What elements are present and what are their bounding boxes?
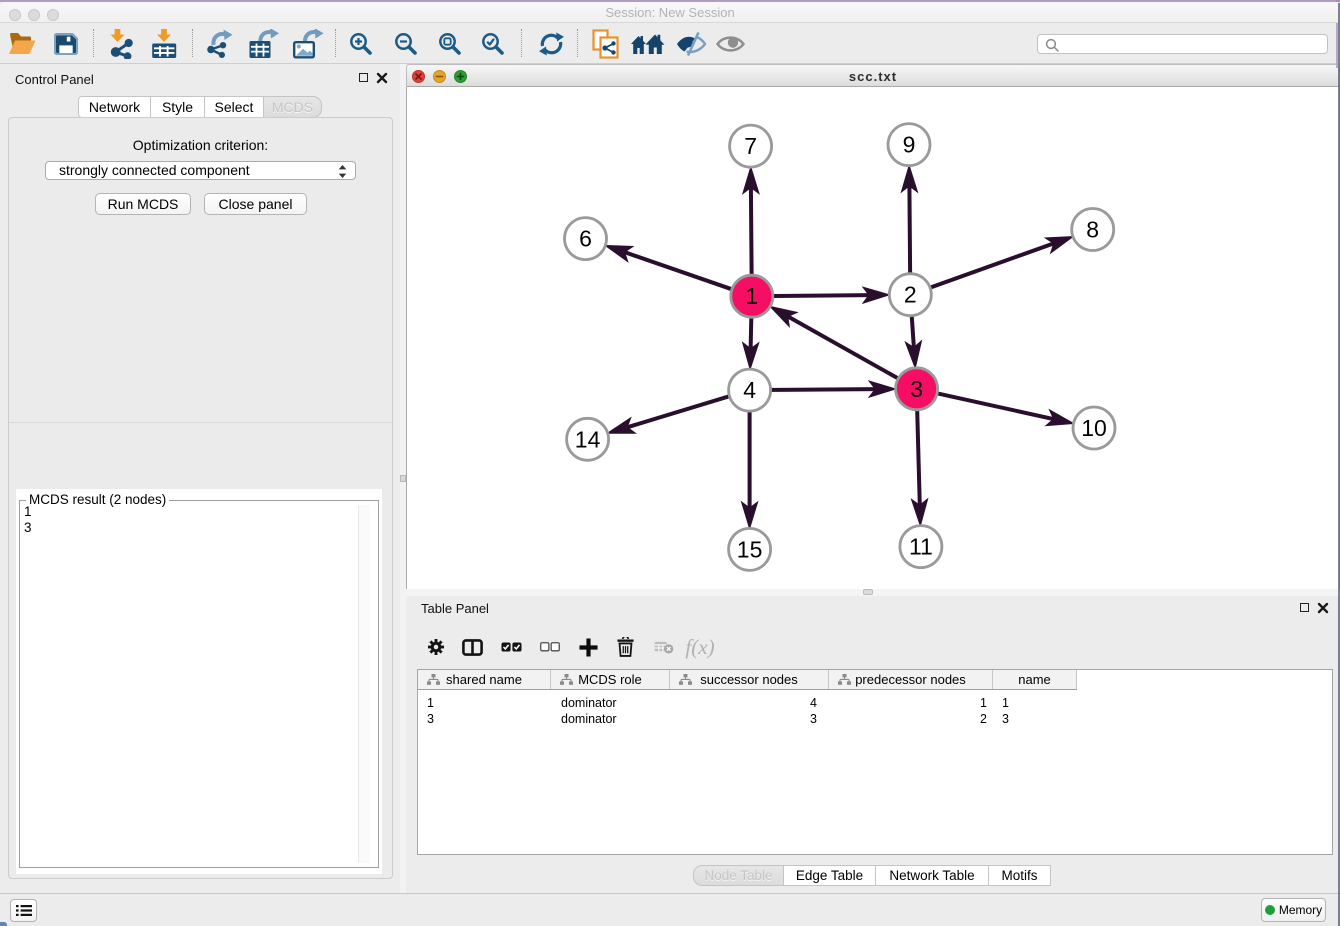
svg-text:9: 9 (903, 132, 916, 158)
svg-text:6: 6 (579, 226, 592, 252)
svg-text:2: 2 (904, 282, 917, 308)
svg-text:3: 3 (910, 376, 923, 402)
svg-text:10: 10 (1081, 415, 1107, 441)
svg-text:1: 1 (745, 283, 758, 309)
svg-text:11: 11 (909, 534, 933, 560)
svg-text:14: 14 (575, 426, 601, 452)
svg-text:4: 4 (743, 377, 756, 403)
svg-text:8: 8 (1086, 217, 1099, 243)
svg-text:15: 15 (737, 536, 763, 562)
svg-text:7: 7 (744, 133, 757, 159)
